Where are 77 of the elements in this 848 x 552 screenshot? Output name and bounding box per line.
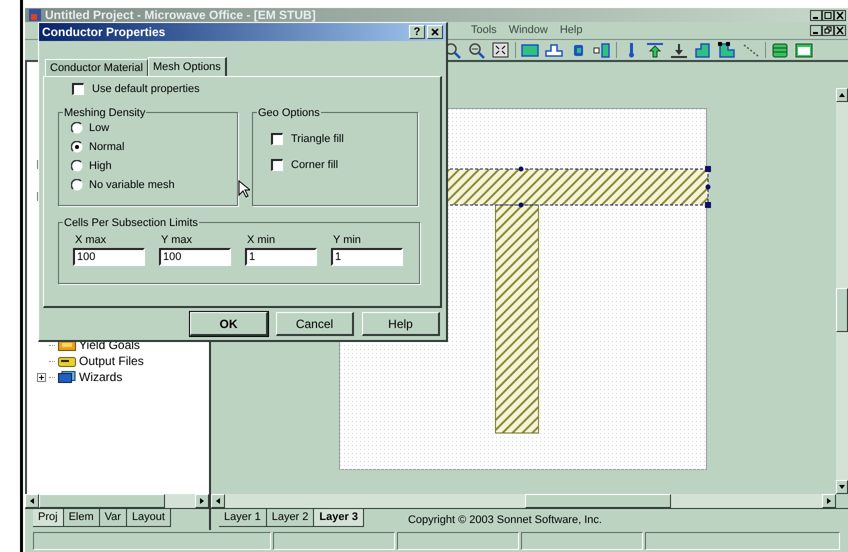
input-field[interactable]: 1 [331, 248, 403, 266]
dialog-button[interactable]: OK [190, 312, 268, 336]
window-title: Untitled Project - Microwave Office - [EM STUB] [45, 9, 316, 21]
scroll-down-icon[interactable] [839, 485, 845, 489]
radio-button[interactable] [71, 160, 83, 172]
scroll-thumb[interactable] [39, 494, 165, 508]
scroll-right-icon[interactable] [200, 498, 204, 504]
field-label: X min [246, 234, 276, 246]
checkbox-label[interactable]: Use default properties [92, 81, 200, 98]
scroll-right-icon[interactable] [827, 498, 831, 504]
tab[interactable]: Mesh Options [148, 57, 227, 77]
menu-item[interactable]: Help [554, 22, 588, 39]
tab[interactable]: Var [100, 509, 127, 527]
layers-icon[interactable] [770, 41, 790, 59]
port-icon[interactable] [592, 41, 612, 59]
input-field[interactable]: 100 [159, 248, 231, 266]
tab[interactable]: Layer 1 [219, 509, 267, 527]
horizontal-scrollbar[interactable] [211, 494, 836, 508]
field-label: Y min [332, 234, 362, 246]
copyright-text: Copyright © 2003 Sonnet Software, Inc. [408, 513, 602, 528]
radio-button[interactable] [71, 141, 83, 153]
expand-icon[interactable] [37, 372, 46, 382]
window-stack-icon [58, 371, 76, 383]
radio-label[interactable]: High [89, 158, 112, 174]
scroll-left-icon[interactable] [30, 498, 34, 504]
fit-view-icon[interactable] [491, 41, 511, 59]
shape-nodes-icon[interactable] [717, 41, 737, 59]
tab[interactable]: Layer 3 [314, 509, 364, 527]
radio-label[interactable]: Low [89, 120, 110, 136]
scroll-up-icon[interactable] [839, 93, 845, 97]
tab[interactable]: Proj [33, 509, 64, 527]
radio-button[interactable] [71, 122, 83, 134]
checkbox[interactable] [271, 132, 283, 145]
minimize-icon[interactable] [810, 10, 822, 20]
tab[interactable]: Elem [64, 509, 100, 527]
minimize-icon[interactable] [810, 25, 822, 36]
checkbox-label[interactable]: Corner fill [291, 157, 338, 174]
radio-label[interactable]: Normal [89, 138, 124, 156]
mouse-cursor-icon [238, 180, 250, 198]
close-icon[interactable] [834, 10, 846, 20]
tree-item[interactable]: Output Files [79, 352, 144, 370]
scroll-thumb[interactable] [525, 494, 671, 508]
checkbox[interactable] [271, 159, 283, 172]
tab[interactable]: Layout [126, 509, 171, 527]
close-icon [431, 28, 439, 36]
tab[interactable]: Conductor Material [45, 59, 148, 76]
arrow-down-icon[interactable] [669, 41, 689, 59]
field-label: Y max [160, 234, 193, 246]
help-button[interactable]: ? [409, 25, 425, 39]
edge-port-icon[interactable] [693, 41, 713, 59]
close-button[interactable] [427, 25, 443, 39]
vertical-scrollbar[interactable] [836, 88, 848, 494]
tree-item[interactable]: Wizards [79, 368, 122, 386]
grid-window-icon[interactable] [794, 41, 814, 59]
field-label: X max [74, 234, 108, 246]
scroll-thumb[interactable] [836, 288, 848, 332]
tab[interactable]: Layer 2 [266, 509, 314, 527]
horizontal-scrollbar[interactable] [25, 494, 209, 508]
maximize-icon[interactable] [822, 10, 834, 20]
radio-label[interactable]: No variable mesh [89, 176, 175, 194]
input-field[interactable]: 1 [245, 248, 317, 266]
checkbox[interactable] [72, 83, 84, 96]
file-drawer-icon [58, 356, 76, 366]
checkbox-label[interactable]: Triangle fill [291, 130, 344, 147]
app-icon [29, 9, 41, 21]
close-icon[interactable] [834, 25, 846, 36]
dialog-title: Conductor Properties [42, 24, 166, 41]
radio-button[interactable] [71, 179, 83, 191]
restore-icon[interactable] [822, 25, 834, 36]
scroll-left-icon[interactable] [216, 498, 220, 504]
arrow-up-icon[interactable] [645, 41, 665, 59]
zoom-out-icon[interactable] [467, 41, 487, 59]
input-field[interactable]: 100 [73, 248, 145, 266]
menu-item[interactable]: Tools [465, 22, 503, 39]
menu-item[interactable]: Window [502, 22, 554, 39]
dialog-button[interactable]: Help [362, 312, 440, 336]
dialog-button[interactable]: Cancel [276, 312, 354, 336]
